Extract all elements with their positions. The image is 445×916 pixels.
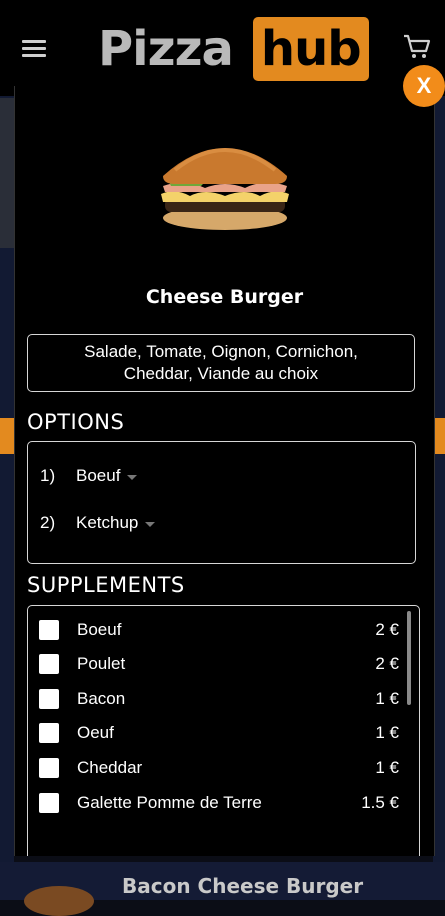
supplement-row[interactable]: Oeuf 1 € (39, 718, 399, 748)
close-label: X (416, 73, 432, 98)
supplement-row[interactable]: Cheddar 1 € (39, 753, 399, 783)
supplement-checkbox[interactable] (39, 723, 59, 743)
supplement-name: Poulet (77, 654, 126, 673)
option-select-2[interactable]: 2) Ketchup (40, 513, 156, 533)
logo[interactable]: Pizza hub (98, 14, 369, 84)
supplement-checkbox[interactable] (39, 620, 59, 640)
supplement-name: Oeuf (77, 723, 114, 742)
option-number: 1) (40, 466, 56, 485)
supplement-price: 1.5 € (361, 793, 399, 812)
supplement-price: 1 € (375, 723, 399, 742)
supplement-name: Galette Pomme de Terre (77, 793, 262, 812)
hamburger-menu-icon[interactable] (22, 40, 46, 58)
background-accent-bar (0, 418, 14, 454)
supplement-checkbox[interactable] (39, 654, 59, 674)
caret-down-icon (127, 475, 138, 480)
logo-text-hub: hub (252, 17, 369, 81)
supplement-checkbox[interactable] (39, 793, 59, 813)
background-product-title: Bacon Cheese Burger (122, 874, 364, 898)
options-heading: OPTIONS (27, 410, 125, 434)
product-image (161, 148, 289, 230)
ingredients-line: Cheddar, Viande au choix (123, 364, 319, 383)
option-select-1[interactable]: 1) Boeuf (40, 466, 138, 486)
supplement-name: Cheddar (77, 758, 143, 777)
ingredients-line: Salade, Tomate, Oignon, Cornichon, (84, 342, 358, 361)
option-value: Boeuf (76, 466, 121, 485)
supplements-heading: SUPPLEMENTS (27, 573, 185, 597)
option-value: Ketchup (76, 513, 139, 532)
options-box: 1) Boeuf 2) Ketchup (27, 441, 416, 564)
supplement-name: Boeuf (77, 620, 122, 639)
ingredients-box: Salade, Tomate, Oignon, Cornichon, Chedd… (27, 334, 415, 392)
supplements-scrollbar[interactable] (407, 611, 411, 705)
logo-text-pizza: Pizza (98, 21, 234, 77)
supplement-checkbox[interactable] (39, 689, 59, 709)
caret-down-icon (145, 522, 156, 527)
background-thumbnail (0, 98, 14, 248)
supplement-row[interactable]: Poulet 2 € (39, 649, 399, 679)
supplement-row[interactable]: Galette Pomme de Terre 1.5 € (39, 788, 399, 818)
supplement-price: 1 € (375, 758, 399, 777)
supplement-price: 2 € (375, 654, 399, 673)
product-title: Cheese Burger (145, 286, 304, 308)
supplement-name: Bacon (77, 689, 126, 708)
close-icon[interactable]: X (403, 65, 445, 107)
supplement-price: 1 € (375, 689, 399, 708)
supplement-row[interactable]: Bacon 1 € (39, 684, 399, 714)
option-number: 2) (40, 513, 56, 532)
background-product-image (24, 886, 94, 916)
supplement-price: 2 € (375, 620, 399, 639)
app-header: Pizza hub (0, 0, 445, 96)
product-modal: Cheese Burger Salade, Tomate, Oignon, Co… (14, 86, 435, 856)
cart-icon[interactable] (403, 34, 431, 60)
supplement-checkbox[interactable] (39, 758, 59, 778)
supplement-row[interactable]: Boeuf 2 € (39, 615, 399, 645)
